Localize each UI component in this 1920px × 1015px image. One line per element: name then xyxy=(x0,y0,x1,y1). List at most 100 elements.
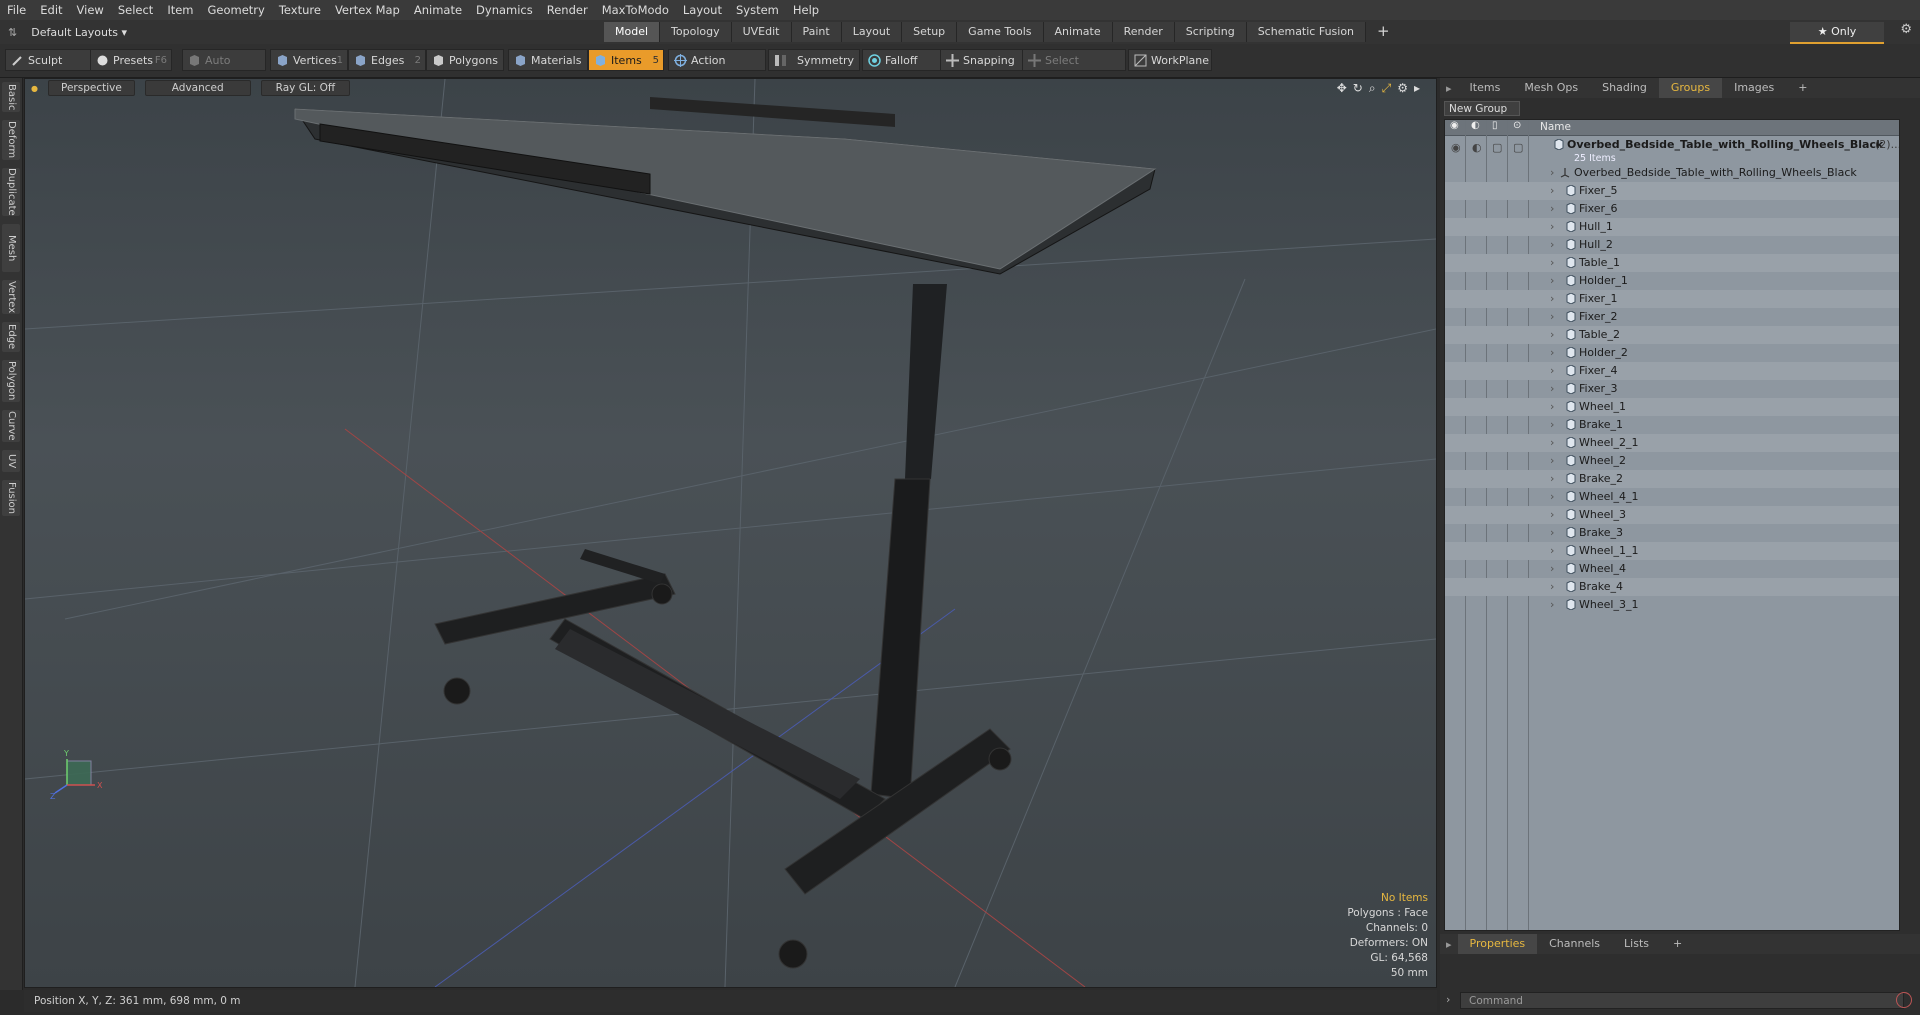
expand-arrow-icon[interactable]: › xyxy=(1550,596,1554,614)
side-tab-mesh-edit[interactable]: Mesh Edit xyxy=(2,224,20,272)
side-tab-fusion[interactable]: Fusion xyxy=(2,480,20,516)
list-item[interactable]: › Table_1 xyxy=(1445,254,1899,272)
expand-arrow-icon[interactable]: › xyxy=(1550,560,1554,578)
name-column-header[interactable]: Name xyxy=(1540,121,1571,133)
only-button[interactable]: ★ Only xyxy=(1790,22,1884,44)
menu-item-dynamics[interactable]: Dynamics xyxy=(469,3,540,17)
pan-icon[interactable]: ✥ xyxy=(1337,81,1347,96)
layout-tab-render[interactable]: Render xyxy=(1112,22,1175,42)
expand-arrow-icon[interactable]: › xyxy=(1550,542,1554,560)
maximize-icon[interactable]: ⤢ xyxy=(1382,81,1392,96)
select-through-button[interactable]: Select Through xyxy=(1022,49,1126,89)
list-item[interactable]: › Wheel_4_1 xyxy=(1445,488,1899,506)
snapping-button[interactable]: Snapping xyxy=(940,49,1024,71)
group-select-icon[interactable]: ▢ xyxy=(1513,139,1523,157)
expand-arrow-icon[interactable]: › xyxy=(1550,488,1554,506)
viewport-settings-icon[interactable]: ⚙ xyxy=(1397,81,1408,96)
viewport-arrow-icon[interactable]: ▸ xyxy=(1414,81,1420,96)
expand-arrow-icon[interactable]: › xyxy=(1550,200,1554,218)
viewport-scene[interactable]: Y Z X xyxy=(25,79,1436,987)
right-tab-images[interactable]: Images xyxy=(1722,78,1786,98)
expand-arrow-icon[interactable]: › xyxy=(1550,362,1554,380)
list-item[interactable]: › Overbed_Bedside_Table_with_Rolling_Whee… xyxy=(1445,164,1899,182)
menu-item-maxtomodo[interactable]: MaxToModo xyxy=(595,3,676,17)
expand-arrow-icon[interactable]: › xyxy=(1550,578,1554,596)
layout-tab-scripting[interactable]: Scripting xyxy=(1174,22,1247,42)
layout-selector[interactable]: Default Layouts ▾ xyxy=(31,26,191,39)
layout-tab-topology[interactable]: Topology xyxy=(660,22,732,42)
bottom-tab-channels[interactable]: Channels xyxy=(1537,934,1612,954)
expand-arrow-icon[interactable]: › xyxy=(1550,326,1554,344)
gear-icon[interactable]: ⚙ xyxy=(1900,22,1912,37)
edges-button[interactable]: Edges 2 xyxy=(348,49,426,71)
list-item[interactable]: › Brake_1 xyxy=(1445,416,1899,434)
workplane-button[interactable]: WorkPlane xyxy=(1128,49,1212,71)
list-item[interactable]: › Fixer_1 xyxy=(1445,290,1899,308)
menu-item-vertex-map[interactable]: Vertex Map xyxy=(328,3,407,17)
expand-arrow-icon[interactable]: › xyxy=(1550,470,1554,488)
layout-tab-model[interactable]: Model xyxy=(604,22,661,42)
expand-arrow-icon[interactable]: › xyxy=(1550,254,1554,272)
right-tab-add[interactable]: + xyxy=(1786,78,1819,98)
menu-item-file[interactable]: File xyxy=(0,3,33,17)
layout-tab-setup[interactable]: Setup xyxy=(902,22,958,42)
expand-arrow-icon[interactable]: › xyxy=(1550,182,1554,200)
list-item[interactable]: › Fixer_3 xyxy=(1445,380,1899,398)
expand-arrow-icon[interactable]: › xyxy=(1550,524,1554,542)
expand-arrow-icon[interactable]: › xyxy=(1550,164,1554,182)
list-item[interactable]: › Hull_1 xyxy=(1445,218,1899,236)
side-tab-basic[interactable]: Basic xyxy=(2,82,20,112)
command-run-icon[interactable] xyxy=(1896,992,1912,1008)
menu-item-help[interactable]: Help xyxy=(786,3,826,17)
menu-item-geometry[interactable]: Geometry xyxy=(201,3,272,17)
bottom-tab-lists[interactable]: Lists xyxy=(1612,934,1661,954)
bottom-tab-properties[interactable]: Properties xyxy=(1457,934,1538,954)
expand-arrow-icon[interactable]: › xyxy=(1550,236,1554,254)
table-model[interactable] xyxy=(294,97,1157,969)
menu-item-view[interactable]: View xyxy=(70,3,111,17)
list-item[interactable]: › Fixer_5 xyxy=(1445,182,1899,200)
layout-tab-uvedit[interactable]: UVEdit xyxy=(731,22,792,42)
menu-item-item[interactable]: Item xyxy=(160,3,200,17)
right-tab-items[interactable]: Items xyxy=(1458,78,1513,98)
symmetry-button[interactable]: Symmetry xyxy=(768,49,860,71)
side-tab-duplicate[interactable]: Duplicate xyxy=(2,168,20,216)
list-item[interactable]: › Holder_2 xyxy=(1445,344,1899,362)
rotate-icon[interactable]: ↻ xyxy=(1353,81,1363,96)
list-item[interactable]: › Holder_1 xyxy=(1445,272,1899,290)
menu-item-edit[interactable]: Edit xyxy=(33,3,69,17)
layout-tab-schematic-fusion[interactable]: Schematic Fusion xyxy=(1246,22,1367,42)
menu-item-render[interactable]: Render xyxy=(540,3,595,17)
view-mode-button[interactable]: Perspective xyxy=(47,80,135,96)
polygons-button[interactable]: Polygons xyxy=(426,49,504,71)
side-tab-deform[interactable]: Deform xyxy=(2,120,20,160)
right-tab-shading[interactable]: Shading xyxy=(1590,78,1659,98)
bottom-tab-add[interactable]: + xyxy=(1661,934,1694,954)
vertices-button[interactable]: Vertices 1 xyxy=(270,49,348,71)
command-input[interactable]: Command xyxy=(1460,992,1904,1009)
list-item[interactable]: › Wheel_3 xyxy=(1445,506,1899,524)
zoom-icon[interactable]: ⌕ xyxy=(1369,81,1376,96)
sculpt-button[interactable]: Sculpt xyxy=(5,49,91,71)
expand-arrow-icon[interactable]: › xyxy=(1550,452,1554,470)
expand-arrow-icon[interactable]: › xyxy=(1550,380,1554,398)
group-lock-icon[interactable]: ▢ xyxy=(1492,139,1502,157)
new-group-button[interactable]: New Group xyxy=(1444,101,1520,116)
expand-arrow-icon[interactable]: › xyxy=(1550,506,1554,524)
list-item[interactable]: › Wheel_2_1 xyxy=(1445,434,1899,452)
items-button[interactable]: Items 5 xyxy=(588,49,664,71)
list-item[interactable]: › Brake_3 xyxy=(1445,524,1899,542)
3d-viewport[interactable]: Y Z X ● Perspective Advanced Ray GL: Off… xyxy=(24,78,1437,988)
presets-button[interactable]: Presets F6 xyxy=(90,49,172,71)
list-item[interactable]: › Fixer_6 xyxy=(1445,200,1899,218)
expand-arrow-icon[interactable]: › xyxy=(1550,290,1554,308)
list-item[interactable]: › Brake_4 xyxy=(1445,578,1899,596)
list-item[interactable]: › Fixer_2 xyxy=(1445,308,1899,326)
group-render-icon[interactable]: ◐ xyxy=(1472,139,1482,157)
side-tab-edge[interactable]: Edge xyxy=(2,322,20,352)
action-center-button[interactable]: Action Center xyxy=(668,49,766,89)
list-item[interactable]: › Wheel_4 xyxy=(1445,560,1899,578)
menu-item-texture[interactable]: Texture xyxy=(272,3,328,17)
expand-arrow-icon[interactable]: › xyxy=(1550,344,1554,362)
layout-tab-paint[interactable]: Paint xyxy=(791,22,842,42)
